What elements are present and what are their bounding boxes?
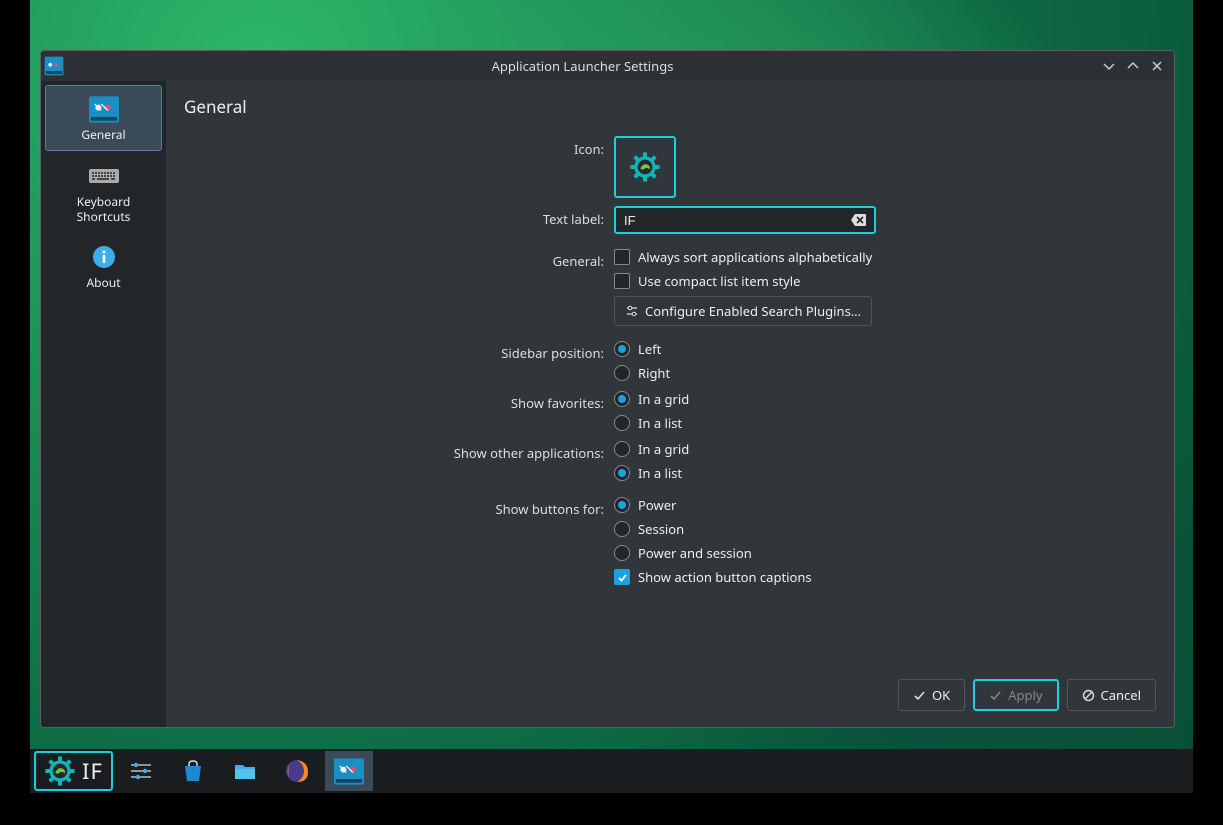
radio-sidebar-right[interactable]: Right xyxy=(614,364,1156,382)
sidebar-item-label: General xyxy=(81,128,125,142)
opensuse-gear-icon xyxy=(44,755,76,787)
task-launcher[interactable]: IF xyxy=(34,751,113,791)
label-show-favorites: Show favorites: xyxy=(184,390,614,412)
opensuse-gear-icon xyxy=(629,151,661,183)
label-icon: Icon: xyxy=(184,136,614,158)
radio-sidebar-left[interactable]: Left xyxy=(614,340,1156,358)
task-firefox[interactable] xyxy=(273,751,321,791)
check-show-captions[interactable]: Show action button captions xyxy=(614,568,1156,586)
dialog-footer: OK Apply Cancel xyxy=(184,669,1156,713)
icon-picker-button[interactable] xyxy=(614,136,676,198)
button-label: Cancel xyxy=(1101,686,1141,704)
shopping-bag-icon xyxy=(180,758,206,784)
kicker-icon xyxy=(89,94,119,124)
keyboard-icon xyxy=(89,161,119,191)
main-panel: General Icon: xyxy=(166,81,1174,727)
minimize-button[interactable] xyxy=(1100,57,1118,75)
desktop: Application Launcher Settings xyxy=(30,0,1193,793)
task-launcher-settings[interactable] xyxy=(325,751,373,791)
radio-label: In a list xyxy=(638,414,682,432)
label-show-buttons: Show buttons for: xyxy=(184,496,614,518)
radio-favs-grid[interactable]: In a grid xyxy=(614,390,1156,408)
sidebar-item-general[interactable]: General xyxy=(45,85,162,151)
page-title: General xyxy=(184,95,1156,118)
label-text-label: Text label: xyxy=(184,206,614,228)
check-always-sort[interactable]: Always sort applications alphabetically xyxy=(614,248,1156,266)
taskbar: IF xyxy=(30,749,1193,793)
check-label: Show action button captions xyxy=(638,568,812,586)
folder-icon xyxy=(232,758,258,784)
label-general: General: xyxy=(184,248,614,270)
radio-label: Power and session xyxy=(638,544,752,562)
kicker-icon xyxy=(334,758,364,785)
window-title: Application Launcher Settings xyxy=(65,57,1100,75)
radio-label: In a list xyxy=(638,464,682,482)
sidebar-item-label: Keyboard Shortcuts xyxy=(49,195,158,224)
maximize-button[interactable] xyxy=(1124,57,1142,75)
button-label: OK xyxy=(932,686,950,704)
apply-button[interactable]: Apply xyxy=(973,679,1058,711)
sidebar-item-about[interactable]: About xyxy=(45,234,162,298)
radio-favs-list[interactable]: In a list xyxy=(614,414,1156,432)
clear-text-button[interactable] xyxy=(850,211,868,229)
check-label: Always sort applications alphabetically xyxy=(638,248,872,266)
radio-other-grid[interactable]: In a grid xyxy=(614,440,1156,458)
launcher-label: IF xyxy=(82,756,103,786)
radio-buttons-session[interactable]: Session xyxy=(614,520,1156,538)
label-sidebar-position: Sidebar position: xyxy=(184,340,614,362)
cancel-icon xyxy=(1082,689,1095,702)
task-system-settings[interactable] xyxy=(117,751,165,791)
button-label: Apply xyxy=(1008,686,1042,704)
task-files[interactable] xyxy=(221,751,269,791)
radio-label: In a grid xyxy=(638,440,689,458)
sidebar-item-label: About xyxy=(86,276,120,290)
cancel-button[interactable]: Cancel xyxy=(1067,679,1156,711)
settings-sidebar: General Keyboard Shortcuts xyxy=(41,81,166,727)
close-button[interactable] xyxy=(1148,57,1166,75)
info-icon xyxy=(89,242,119,272)
radio-label: Session xyxy=(638,520,684,538)
radio-buttons-power[interactable]: Power xyxy=(614,496,1156,514)
settings-window: Application Launcher Settings xyxy=(40,50,1175,728)
radio-label: Left xyxy=(638,340,661,358)
radio-label: In a grid xyxy=(638,390,689,408)
task-discover[interactable] xyxy=(169,751,217,791)
firefox-icon xyxy=(284,758,310,784)
label-show-other: Show other applications: xyxy=(184,440,614,462)
titlebar[interactable]: Application Launcher Settings xyxy=(41,51,1174,81)
check-label: Use compact list item style xyxy=(638,272,800,290)
sidebar-item-keyboard-shortcuts[interactable]: Keyboard Shortcuts xyxy=(45,153,162,232)
button-label: Configure Enabled Search Plugins… xyxy=(645,302,861,320)
text-label-input-wrapper xyxy=(614,206,876,234)
text-label-input[interactable] xyxy=(622,212,850,229)
radio-label: Power xyxy=(638,496,676,514)
window-icon xyxy=(43,55,65,77)
radio-buttons-power-session[interactable]: Power and session xyxy=(614,544,1156,562)
check-compact-style[interactable]: Use compact list item style xyxy=(614,272,1156,290)
check-icon xyxy=(989,689,1002,702)
sliders-icon xyxy=(128,758,154,784)
radio-label: Right xyxy=(638,364,670,382)
check-icon xyxy=(913,689,926,702)
sliders-icon xyxy=(625,304,639,318)
configure-search-plugins-button[interactable]: Configure Enabled Search Plugins… xyxy=(614,296,872,326)
ok-button[interactable]: OK xyxy=(898,679,965,711)
radio-other-list[interactable]: In a list xyxy=(614,464,1156,482)
